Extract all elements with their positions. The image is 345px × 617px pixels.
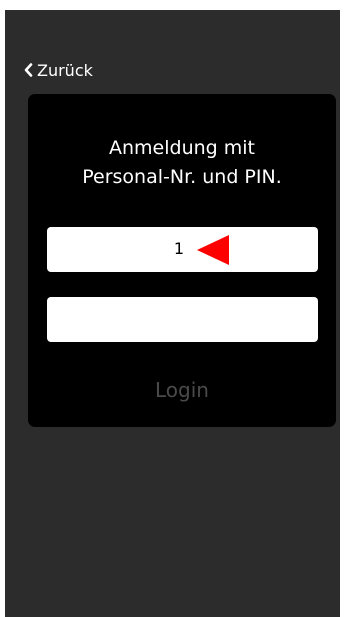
login-title: Anmeldung mit Personal-Nr. und PIN. (82, 137, 282, 188)
back-button[interactable]: Zurück (24, 60, 93, 80)
app-screen: Zurück Anmeldung mit Personal-Nr. und PI… (5, 10, 340, 617)
personal-nr-field[interactable]: 1 (47, 227, 318, 272)
back-label: Zurück (37, 60, 93, 80)
red-arrow-icon (197, 235, 229, 265)
pin-field[interactable] (47, 297, 318, 342)
personal-nr-value: 1 (173, 239, 184, 258)
login-button[interactable]: Login (28, 378, 336, 402)
login-card: Anmeldung mit Personal-Nr. und PIN. 1 Lo… (28, 94, 336, 427)
chevron-left-icon (24, 63, 33, 77)
